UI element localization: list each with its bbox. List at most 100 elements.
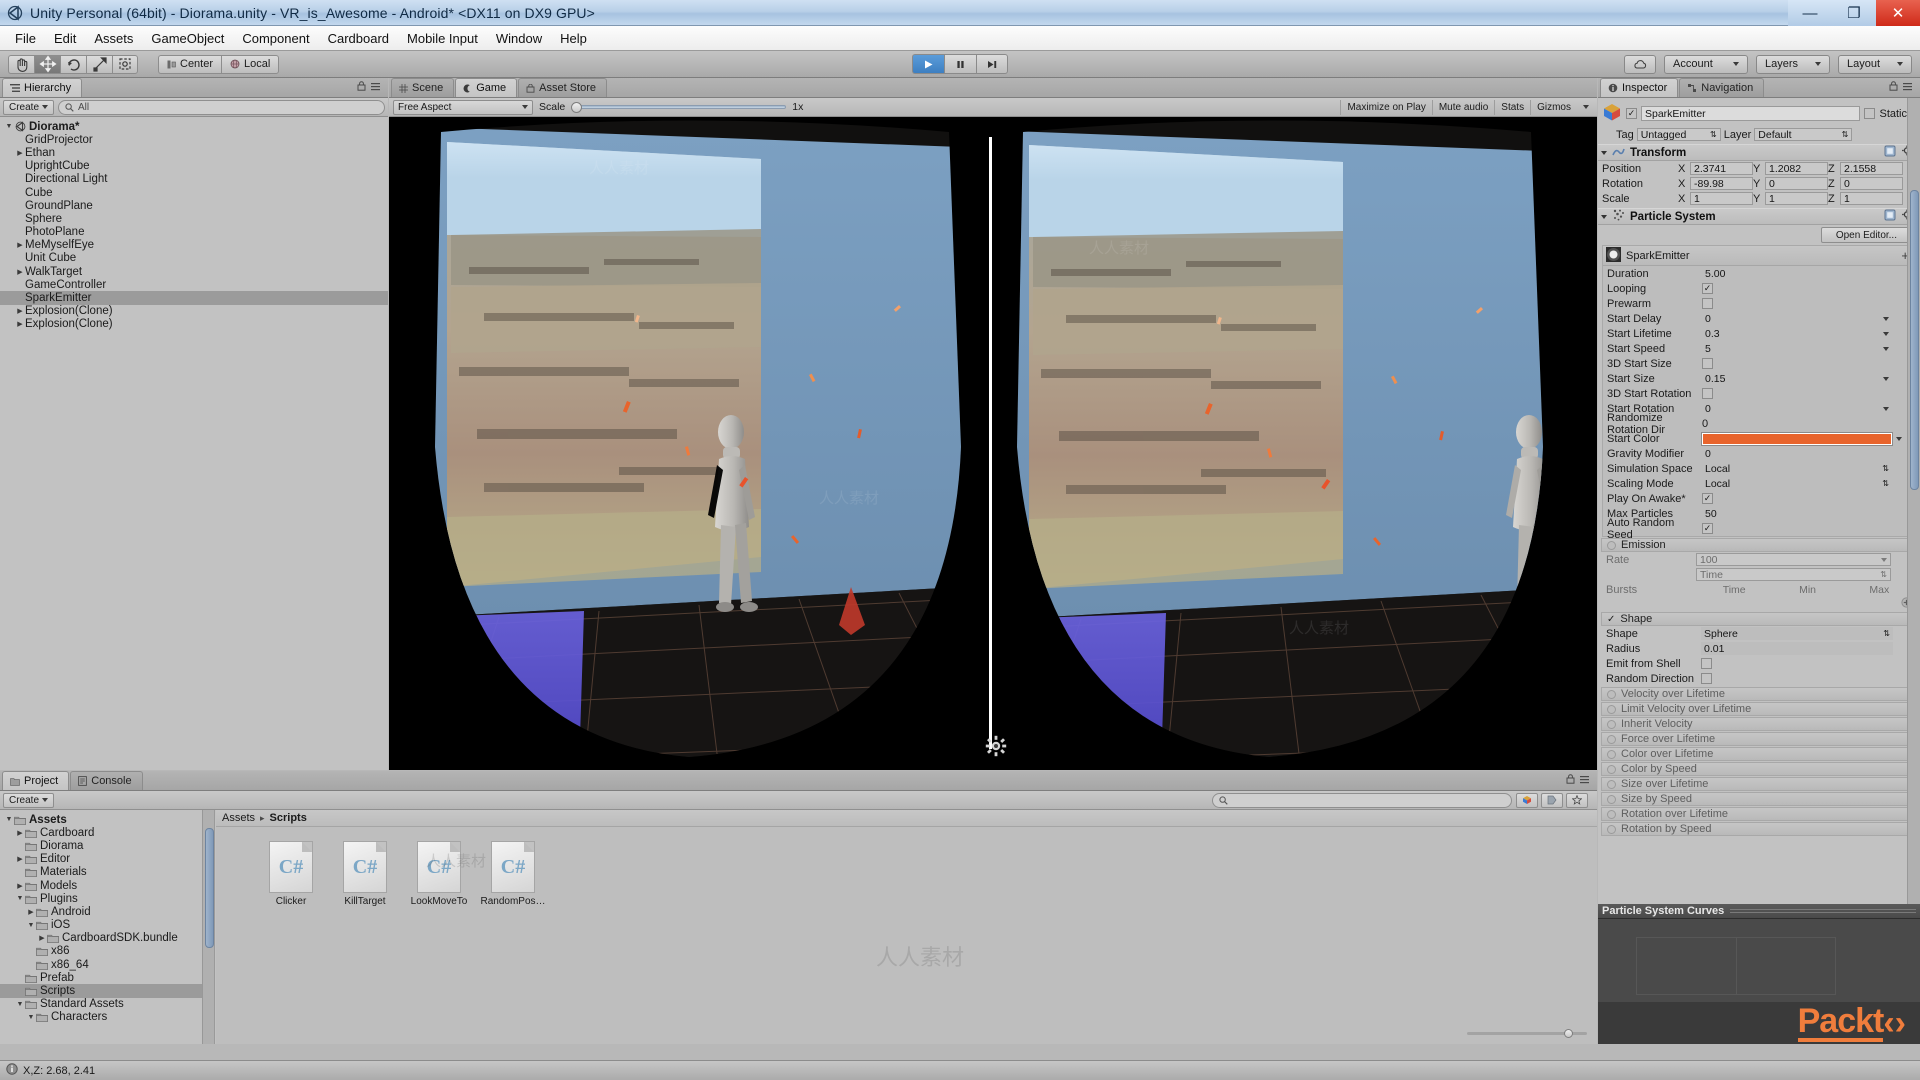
hierarchy-item[interactable]: Sphere: [0, 212, 388, 225]
chevron-right-icon[interactable]: ▶: [15, 882, 25, 890]
hierarchy-item[interactable]: UprightCube: [0, 160, 388, 173]
ps-field-gravity-modifier[interactable]: 0: [1702, 447, 1892, 460]
hierarchy-item[interactable]: GridProjector: [0, 133, 388, 146]
hierarchy-lock-icon[interactable]: [357, 80, 366, 94]
scale-tool[interactable]: [86, 54, 112, 74]
zoom-slider[interactable]: [1467, 1028, 1587, 1038]
project-tree-item[interactable]: x86_64: [0, 958, 214, 971]
project-tree-item[interactable]: Materials: [0, 866, 214, 879]
module-color-by-speed[interactable]: Color by Speed: [1601, 762, 1917, 776]
inspector-scroll-thumb[interactable]: [1910, 190, 1919, 490]
layer-dropdown[interactable]: Default ⇅: [1754, 128, 1853, 141]
transform-rotation-y[interactable]: 0: [1765, 177, 1828, 190]
project-tree-item[interactable]: ▶ Models: [0, 879, 214, 892]
inspector-lock-icon[interactable]: [1889, 80, 1898, 94]
game-toggle-mute-audio[interactable]: Mute audio: [1431, 99, 1494, 115]
hierarchy-item[interactable]: PhotoPlane: [0, 226, 388, 239]
rect-tool[interactable]: [112, 54, 138, 74]
transform-scale-z[interactable]: 1: [1840, 192, 1903, 205]
account-button[interactable]: Account: [1664, 54, 1748, 74]
gizmos-chevron-icon[interactable]: [1583, 105, 1589, 109]
hierarchy-item[interactable]: ▶ MeMyselfEye: [0, 239, 388, 252]
shape-field-radius[interactable]: 0.01: [1701, 642, 1893, 655]
ps-checkbox-play-on-awake[interactable]: ✓: [1702, 493, 1713, 504]
gear-icon[interactable]: [985, 735, 1007, 760]
ps-field-simulation-space[interactable]: Local ⇅: [1702, 462, 1892, 475]
menu-item-file[interactable]: File: [6, 28, 45, 49]
project-tree-item[interactable]: ▶ CardboardSDK.bundle: [0, 932, 214, 945]
hand-tool[interactable]: [8, 54, 34, 74]
tab-project[interactable]: Project: [2, 771, 70, 790]
move-tool[interactable]: [34, 54, 60, 74]
hierarchy-item[interactable]: ▶ Explosion(Clone): [0, 318, 388, 331]
project-tree-item[interactable]: Scripts: [0, 984, 214, 998]
transform-rotation-z[interactable]: 0: [1840, 177, 1903, 190]
menu-item-gameobject[interactable]: GameObject: [142, 28, 233, 49]
project-tree-item[interactable]: ▼ Standard Assets: [0, 998, 214, 1011]
project-tree-item[interactable]: ▼ Assets: [0, 813, 214, 826]
particle-system-component-header[interactable]: Particle System: [1598, 208, 1920, 225]
step-button[interactable]: [976, 54, 1008, 74]
shape-enabled-check[interactable]: ✓: [1607, 614, 1615, 625]
project-tree-item[interactable]: x86: [0, 945, 214, 958]
ps-field-start-size[interactable]: 0.15: [1702, 372, 1892, 385]
module-size-by-speed[interactable]: Size by Speed: [1601, 792, 1917, 806]
scale-slider[interactable]: [571, 101, 787, 113]
menu-item-edit[interactable]: Edit: [45, 28, 85, 49]
close-button[interactable]: ✕: [1876, 0, 1920, 26]
transform-preset-icon[interactable]: [1884, 145, 1896, 160]
breadcrumb-item[interactable]: Scripts: [270, 812, 307, 824]
inspector-scrollbar[interactable]: [1907, 98, 1920, 904]
chevron-right-icon[interactable]: ▶: [15, 320, 25, 328]
shape-field-shape[interactable]: Sphere ⇅: [1701, 627, 1893, 640]
filter-label-icon[interactable]: [1541, 792, 1563, 808]
tab-hierarchy[interactable]: Hierarchy: [2, 78, 83, 97]
hierarchy-item[interactable]: GroundPlane: [0, 199, 388, 212]
ps-checkbox-looping[interactable]: ✓: [1702, 283, 1713, 294]
shape-checkbox-emit-from-shell[interactable]: [1701, 658, 1712, 669]
hierarchy-create-button[interactable]: Create: [3, 99, 55, 115]
module-toggle-icon[interactable]: [1607, 779, 1616, 789]
menu-item-component[interactable]: Component: [233, 28, 318, 49]
project-tree-item[interactable]: ▶ Android: [0, 905, 214, 918]
module-toggle-icon[interactable]: [1607, 794, 1616, 804]
static-checkbox[interactable]: [1864, 108, 1876, 119]
ps-start-color-swatch[interactable]: [1702, 432, 1892, 445]
scale-slider-handle[interactable]: [571, 101, 583, 113]
project-menu-icon[interactable]: [1580, 773, 1592, 787]
chevron-right-icon[interactable]: ▶: [15, 149, 25, 157]
shape-module-header[interactable]: ✓ Shape: [1601, 612, 1917, 626]
transform-rotation-x[interactable]: -89.98: [1690, 177, 1753, 190]
chevron-right-icon[interactable]: ▶: [26, 908, 36, 916]
ps-field-max-particles[interactable]: 50: [1702, 507, 1892, 520]
asset-tile[interactable]: C# Clicker: [260, 841, 322, 907]
asset-tile[interactable]: C# RandomPos…: [480, 841, 546, 907]
breadcrumb-item[interactable]: Assets: [222, 812, 255, 824]
space-mode-button[interactable]: Local: [221, 54, 280, 74]
module-toggle-icon[interactable]: [1607, 809, 1616, 819]
transform-component-header[interactable]: Transform: [1598, 144, 1920, 161]
module-toggle-icon[interactable]: [1607, 689, 1616, 699]
project-lock-icon[interactable]: [1566, 773, 1575, 787]
game-toggle-stats[interactable]: Stats: [1494, 99, 1530, 115]
hierarchy-item[interactable]: GameController: [0, 278, 388, 291]
project-tree-item[interactable]: ▼ Plugins: [0, 892, 214, 905]
module-force-over-lifetime[interactable]: Force over Lifetime: [1601, 732, 1917, 746]
menu-item-window[interactable]: Window: [487, 28, 551, 49]
aspect-dropdown[interactable]: Free Aspect: [393, 99, 533, 115]
ps-field-start-delay[interactable]: 0: [1702, 312, 1892, 325]
transform-position-y[interactable]: 1.2082: [1765, 162, 1828, 175]
menu-item-mobile-input[interactable]: Mobile Input: [398, 28, 487, 49]
asset-tile[interactable]: C# KillTarget: [334, 841, 396, 907]
open-editor-button[interactable]: Open Editor...: [1820, 227, 1912, 243]
menu-item-help[interactable]: Help: [551, 28, 596, 49]
game-toggle-gizmos[interactable]: Gizmos: [1530, 99, 1577, 115]
maximize-button[interactable]: ❐: [1832, 0, 1876, 26]
hierarchy-item[interactable]: ▶ WalkTarget: [0, 265, 388, 278]
chevron-right-icon[interactable]: ▶: [15, 307, 25, 315]
ps-checkbox-3d-start-rotation[interactable]: [1702, 388, 1713, 399]
tab-asset-store[interactable]: Asset Store: [518, 78, 608, 97]
chevron-down-icon[interactable]: ▼: [4, 816, 14, 823]
hierarchy-item[interactable]: ▶ Ethan: [0, 146, 388, 159]
module-toggle-icon[interactable]: [1607, 719, 1616, 729]
